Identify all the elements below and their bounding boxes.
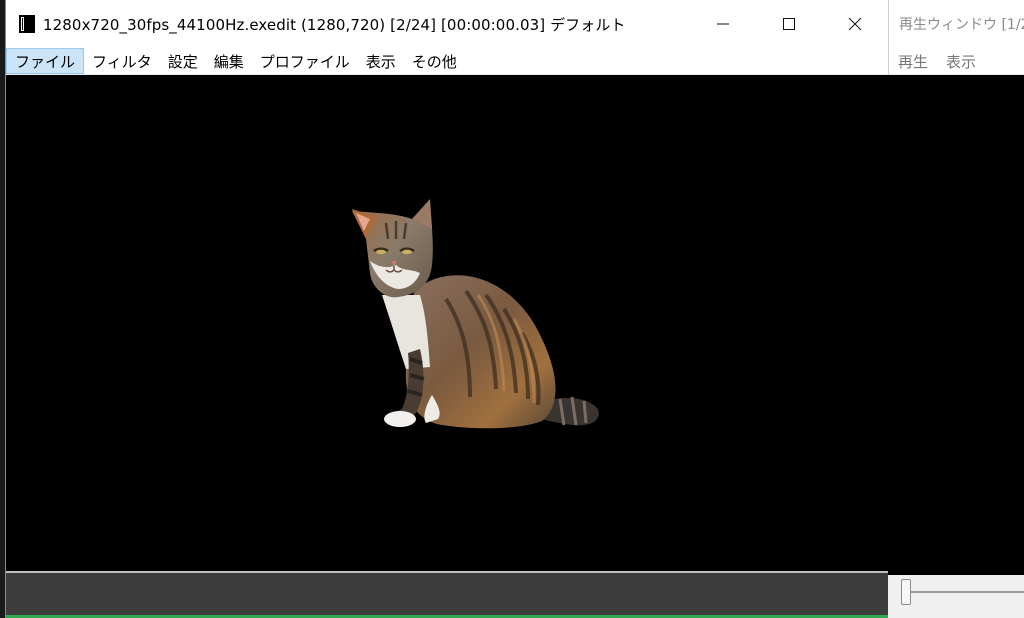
playback-slider-thumb[interactable] [901, 579, 911, 605]
close-icon [848, 17, 862, 31]
maximize-icon [783, 18, 795, 30]
playback-slider-track[interactable] [908, 591, 1024, 593]
minimize-button[interactable] [690, 0, 756, 48]
edit-preview-window: 1280x720_30fps_44100Hz.exedit (1280,720)… [5, 0, 888, 618]
playback-window-title: 再生ウィンドウ [1/2 [899, 17, 1024, 33]
preview-canvas[interactable] [6, 75, 888, 571]
menu-settings[interactable]: 設定 [160, 48, 206, 74]
playback-window: 再生ウィンドウ [1/2 再生 表示 [888, 0, 1024, 618]
playback-controls [888, 575, 1024, 618]
cat-image [352, 199, 599, 429]
window-controls [690, 0, 888, 48]
seekbar[interactable] [6, 573, 888, 615]
playback-menu-bar: 再生 表示 [888, 48, 1024, 75]
menu-bar: ファイル フィルタ 設定 編集 プロファイル 表示 その他 [6, 48, 888, 75]
menu-display[interactable]: 表示 [937, 51, 985, 72]
film-icon [18, 14, 36, 34]
close-button[interactable] [822, 0, 888, 48]
menu-play[interactable]: 再生 [889, 51, 937, 72]
menu-view[interactable]: 表示 [358, 48, 404, 74]
menu-file[interactable]: ファイル [6, 48, 85, 74]
title-bar[interactable]: 1280x720_30fps_44100Hz.exedit (1280,720)… [6, 0, 888, 48]
menu-other[interactable]: その他 [404, 48, 465, 74]
maximize-button[interactable] [756, 0, 822, 48]
menu-profile[interactable]: プロファイル [252, 48, 358, 74]
menu-edit[interactable]: 編集 [206, 48, 252, 74]
menu-filter[interactable]: フィルタ [84, 48, 160, 74]
minimize-icon [717, 23, 729, 25]
playback-title-bar[interactable]: 再生ウィンドウ [1/2 [888, 0, 1024, 48]
window-title: 1280x720_30fps_44100Hz.exedit (1280,720)… [43, 15, 626, 34]
